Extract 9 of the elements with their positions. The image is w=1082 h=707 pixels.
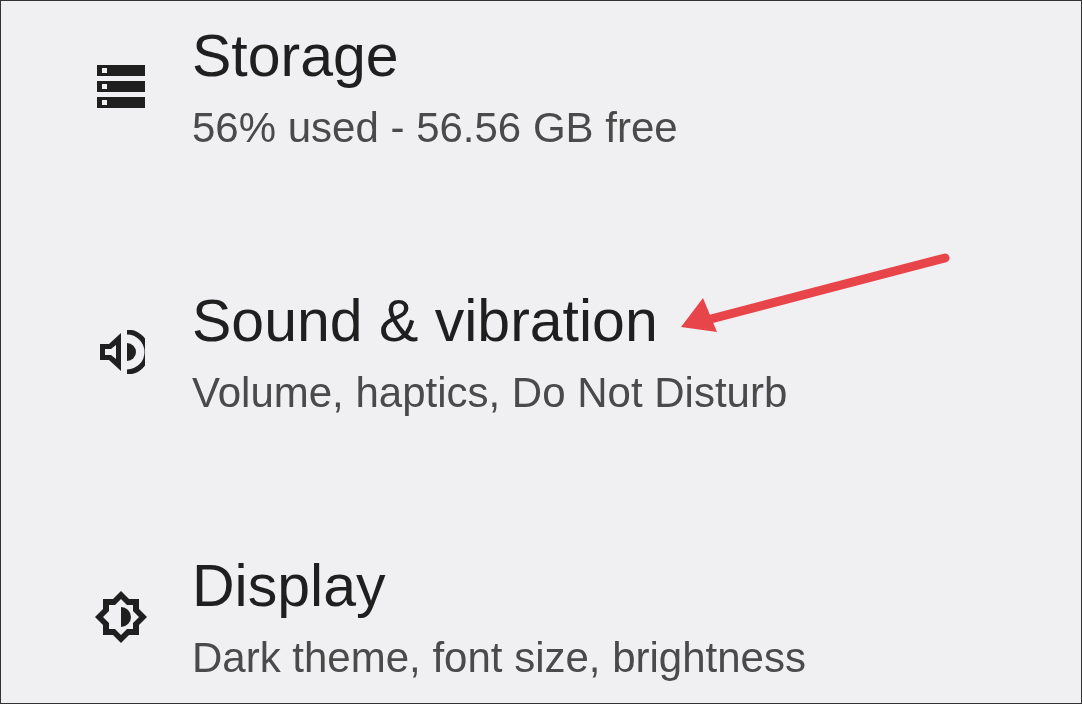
setting-title: Display <box>192 553 387 619</box>
storage-icon <box>97 65 145 109</box>
setting-title: Storage <box>192 23 400 89</box>
speaker-icon <box>97 330 145 374</box>
setting-summary: Dark theme, font size, brightness <box>192 635 806 681</box>
setting-summary: 56% used - 56.56 GB free <box>192 105 678 151</box>
setting-summary: Volume, haptics, Do Not Disturb <box>192 370 788 416</box>
brightness-icon <box>93 589 149 645</box>
setting-title: Sound & vibration <box>192 288 659 354</box>
